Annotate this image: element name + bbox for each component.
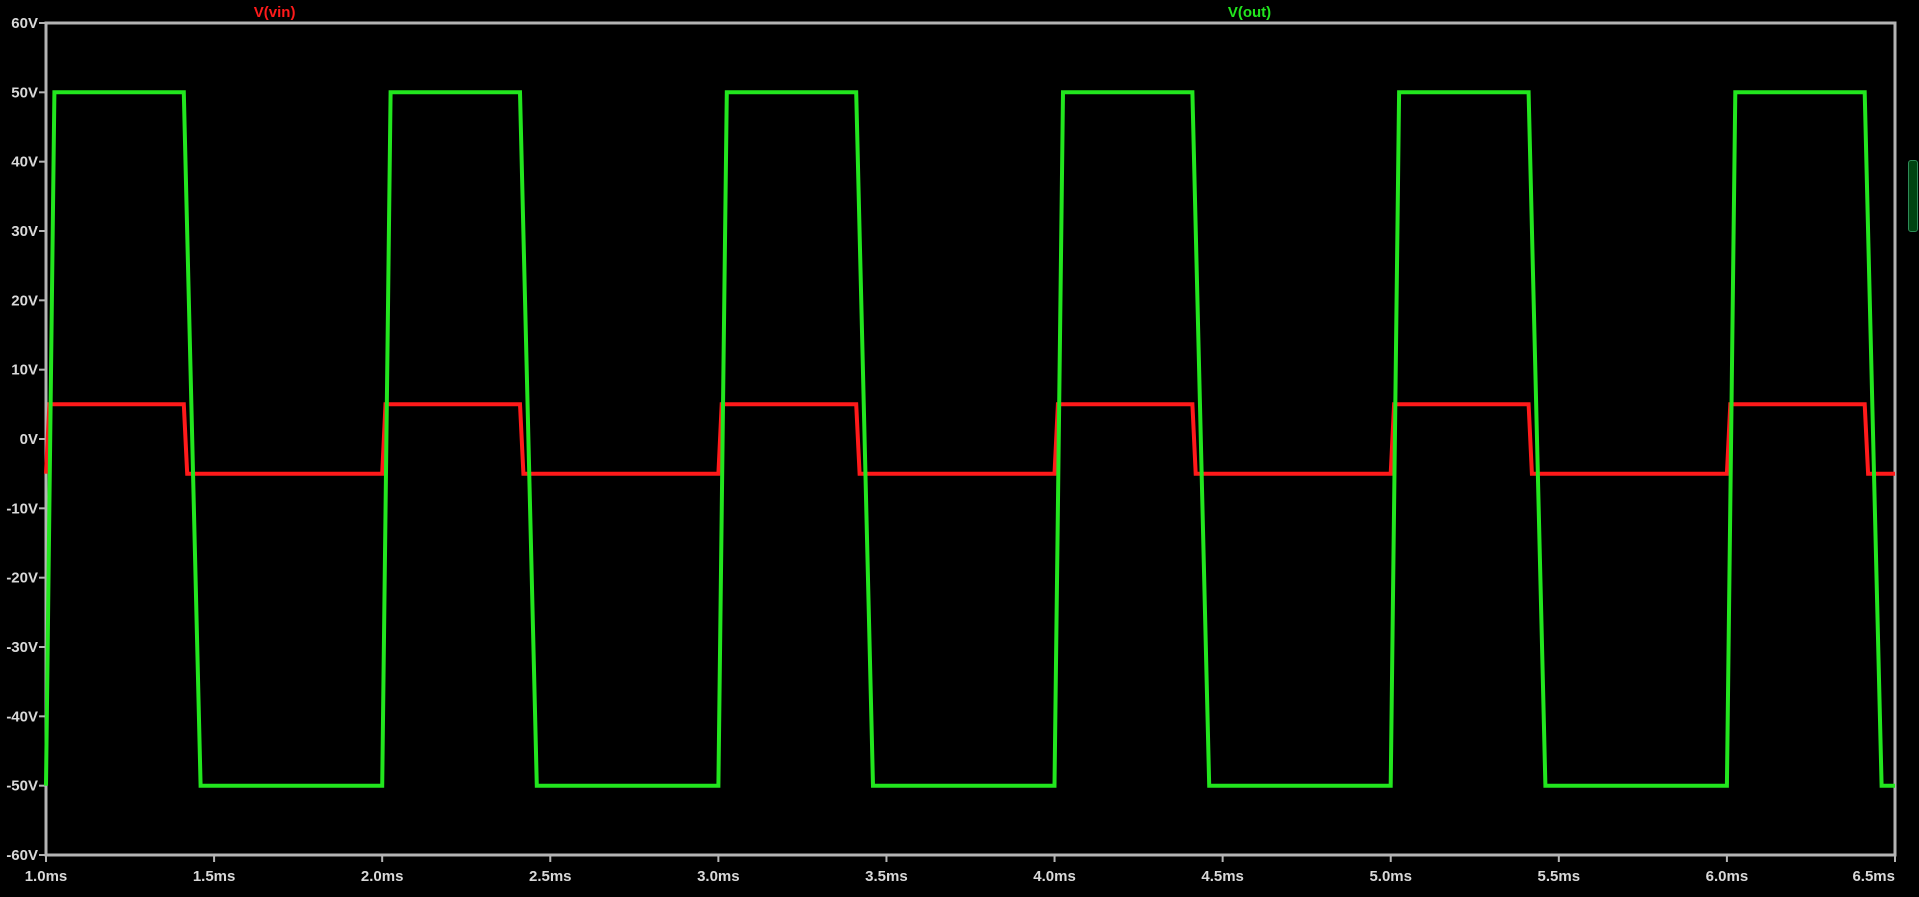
x-tick-label: 6.5ms [1852,868,1895,885]
y-tick-label: 40V [11,154,38,171]
y-tick-label: -20V [6,570,38,587]
trace-labels: V(vin) V(out) [254,4,1271,21]
y-tick-label: 0V [20,431,38,448]
x-tick-label: 1.0ms [25,868,68,885]
trace-v-out[interactable] [44,90,1895,788]
y-tick-label: 20V [11,292,38,309]
y-tick-label: -50V [6,778,38,795]
plot-border [44,21,1897,857]
y-tick-label: -60V [6,847,38,864]
y-tick-label: -30V [6,639,38,656]
y-tick-label: 30V [11,223,38,240]
y-tick-label: 50V [11,84,38,101]
x-tick-label: 6.0ms [1706,868,1749,885]
y-tick-label: 10V [11,362,38,379]
x-tick-label: 5.5ms [1538,868,1581,885]
legend-label[interactable]: V(out) [1228,4,1271,21]
plot-frame [44,21,1897,857]
trace-v-vin[interactable] [44,402,1895,476]
x-tick-label: 3.0ms [697,868,740,885]
axis-ticks: 60V 50V 40V 30V 20V 10V 0V -10V -20V -30V -40V -50V… [6,15,1896,885]
x-tick-label: 2.0ms [361,868,404,885]
y-tick-label: 60V [11,15,38,32]
y-tick-label: -10V [6,500,38,517]
x-tick-label: 5.0ms [1369,868,1412,885]
legend-label[interactable]: V(vin) [254,4,296,21]
traces[interactable] [44,90,1895,788]
waveform-viewer: 60V 50V 40V 30V 20V 10V 0V -10V -20V -30V -40V -50V… [0,0,1919,892]
x-tick-label: 1.5ms [193,868,236,885]
x-tick-label: 2.5ms [529,868,572,885]
x-tick-label: 3.5ms [865,868,908,885]
waveform-plot: 60V 50V 40V 30V 20V 10V 0V -10V -20V -30V -40V -50V… [6,4,1897,885]
x-tick-label: 4.5ms [1201,868,1244,885]
x-tick-label: 4.0ms [1033,868,1076,885]
vertical-scroll-handle[interactable] [1908,160,1918,232]
y-tick-label: -40V [6,708,38,725]
